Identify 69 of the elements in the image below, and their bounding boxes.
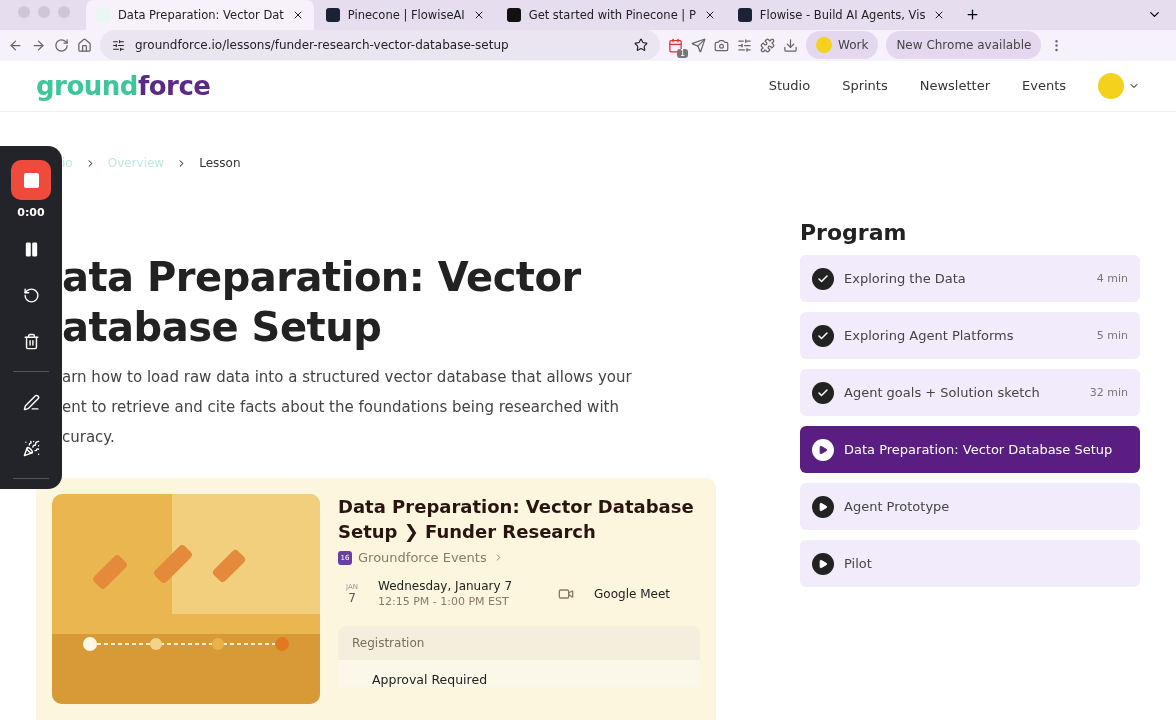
bookmark-icon[interactable] <box>634 38 648 53</box>
site-settings-icon[interactable] <box>112 38 125 52</box>
home-icon[interactable] <box>77 37 92 53</box>
nav-link[interactable]: Sprints <box>842 78 888 94</box>
forward-icon[interactable] <box>31 37 46 53</box>
nav-link[interactable]: Studio <box>768 78 811 94</box>
favicon-icon <box>506 8 521 22</box>
breadcrumb-link[interactable]: Lesson <box>199 156 241 170</box>
stop-button[interactable] <box>11 160 51 200</box>
program-item[interactable]: Agent goals + Solution sketch 32 min <box>800 369 1140 416</box>
browser-tab[interactable]: Pinecone | FlowiseAI <box>315 0 495 30</box>
play-icon <box>812 495 834 518</box>
item-duration: 5 min <box>1096 329 1128 342</box>
calendar-icon[interactable] <box>668 37 683 53</box>
puzzle-icon[interactable] <box>760 37 775 53</box>
item-title: Agent Prototype <box>844 499 951 514</box>
camera-icon[interactable] <box>714 37 729 53</box>
registration-heading: Registration <box>351 635 426 652</box>
event-location: Google Meet <box>594 586 670 601</box>
play-icon <box>812 552 834 575</box>
reload-icon[interactable] <box>54 37 69 53</box>
item-title: Agent goals + Solution sketch <box>844 385 1041 400</box>
lesson-description: arn how to load raw data into a structured vector database that allows your ent to retrieve and cite facts about the foundations being researched with curacy. <box>62 367 633 448</box>
lesson-title: ata Preparation: Vector atabase Setup <box>62 253 582 352</box>
browser-tab[interactable]: Get started with Pinecone | P <box>496 0 726 30</box>
program-item[interactable]: Exploring Agent Platforms 5 min <box>800 312 1140 359</box>
program-item[interactable]: Exploring the Data 4 min <box>800 255 1140 302</box>
browser-tab[interactable]: Flowise - Build AI Agents, Vis <box>727 0 956 30</box>
trash-icon[interactable] <box>22 332 40 350</box>
update-button[interactable]: New Chrome available <box>886 31 1042 60</box>
nav-link[interactable]: Events <box>1022 78 1066 94</box>
check-icon <box>812 324 834 347</box>
avatar-icon <box>816 37 832 54</box>
calendar-link[interactable]: Groundforce Events <box>358 550 487 565</box>
check-icon <box>812 267 834 290</box>
item-title: Exploring the Data <box>844 271 967 286</box>
stop-icon <box>23 172 39 188</box>
favicon-icon <box>325 8 340 22</box>
recording-time: 0:00 <box>17 206 45 219</box>
item-title: Data Preparation: Vector Database Setup <box>844 442 1114 457</box>
item-duration: 4 min <box>1096 272 1128 285</box>
program-item[interactable]: Pilot <box>800 540 1140 587</box>
profile-button[interactable]: Work <box>806 31 879 60</box>
item-title: Exploring Agent Platforms <box>844 328 1015 343</box>
back-icon[interactable] <box>8 37 23 53</box>
program-item[interactable]: Data Preparation: Vector Database Setup <box>800 426 1140 473</box>
registration-status: Approval Required <box>372 672 488 687</box>
check-icon <box>812 381 834 404</box>
address-field[interactable]: groundforce.io/lessons/funder-research-vector-database-setup <box>100 30 660 61</box>
download-icon[interactable] <box>783 37 798 53</box>
item-title: Pilot <box>844 556 873 571</box>
program-item[interactable]: Agent Prototype <box>800 483 1140 530</box>
new-tab-icon[interactable] <box>965 7 981 22</box>
event-title: Data Preparation: Vector Database Setup ❯ Funder Research <box>338 495 695 544</box>
play-icon <box>812 438 834 461</box>
program-heading: Program <box>800 220 908 245</box>
date-day: 7 <box>348 590 356 605</box>
site-logo[interactable]: groundforce <box>36 70 211 101</box>
party-popper-icon[interactable] <box>22 439 40 457</box>
restart-icon[interactable] <box>22 286 40 304</box>
nav-link[interactable]: Newsletter <box>919 78 990 94</box>
favicon-icon <box>737 8 752 22</box>
send-icon[interactable] <box>691 37 706 53</box>
pen-icon[interactable] <box>22 393 40 411</box>
event-date: Wednesday, January 7 <box>378 579 513 593</box>
item-duration: 32 min <box>1089 386 1128 399</box>
browser-tab[interactable]: Data Preparation: Vector Dat <box>86 0 314 30</box>
count-badge: 1 <box>676 48 688 58</box>
event-time: 12:15 PM - 1:00 PM EST <box>378 595 510 608</box>
